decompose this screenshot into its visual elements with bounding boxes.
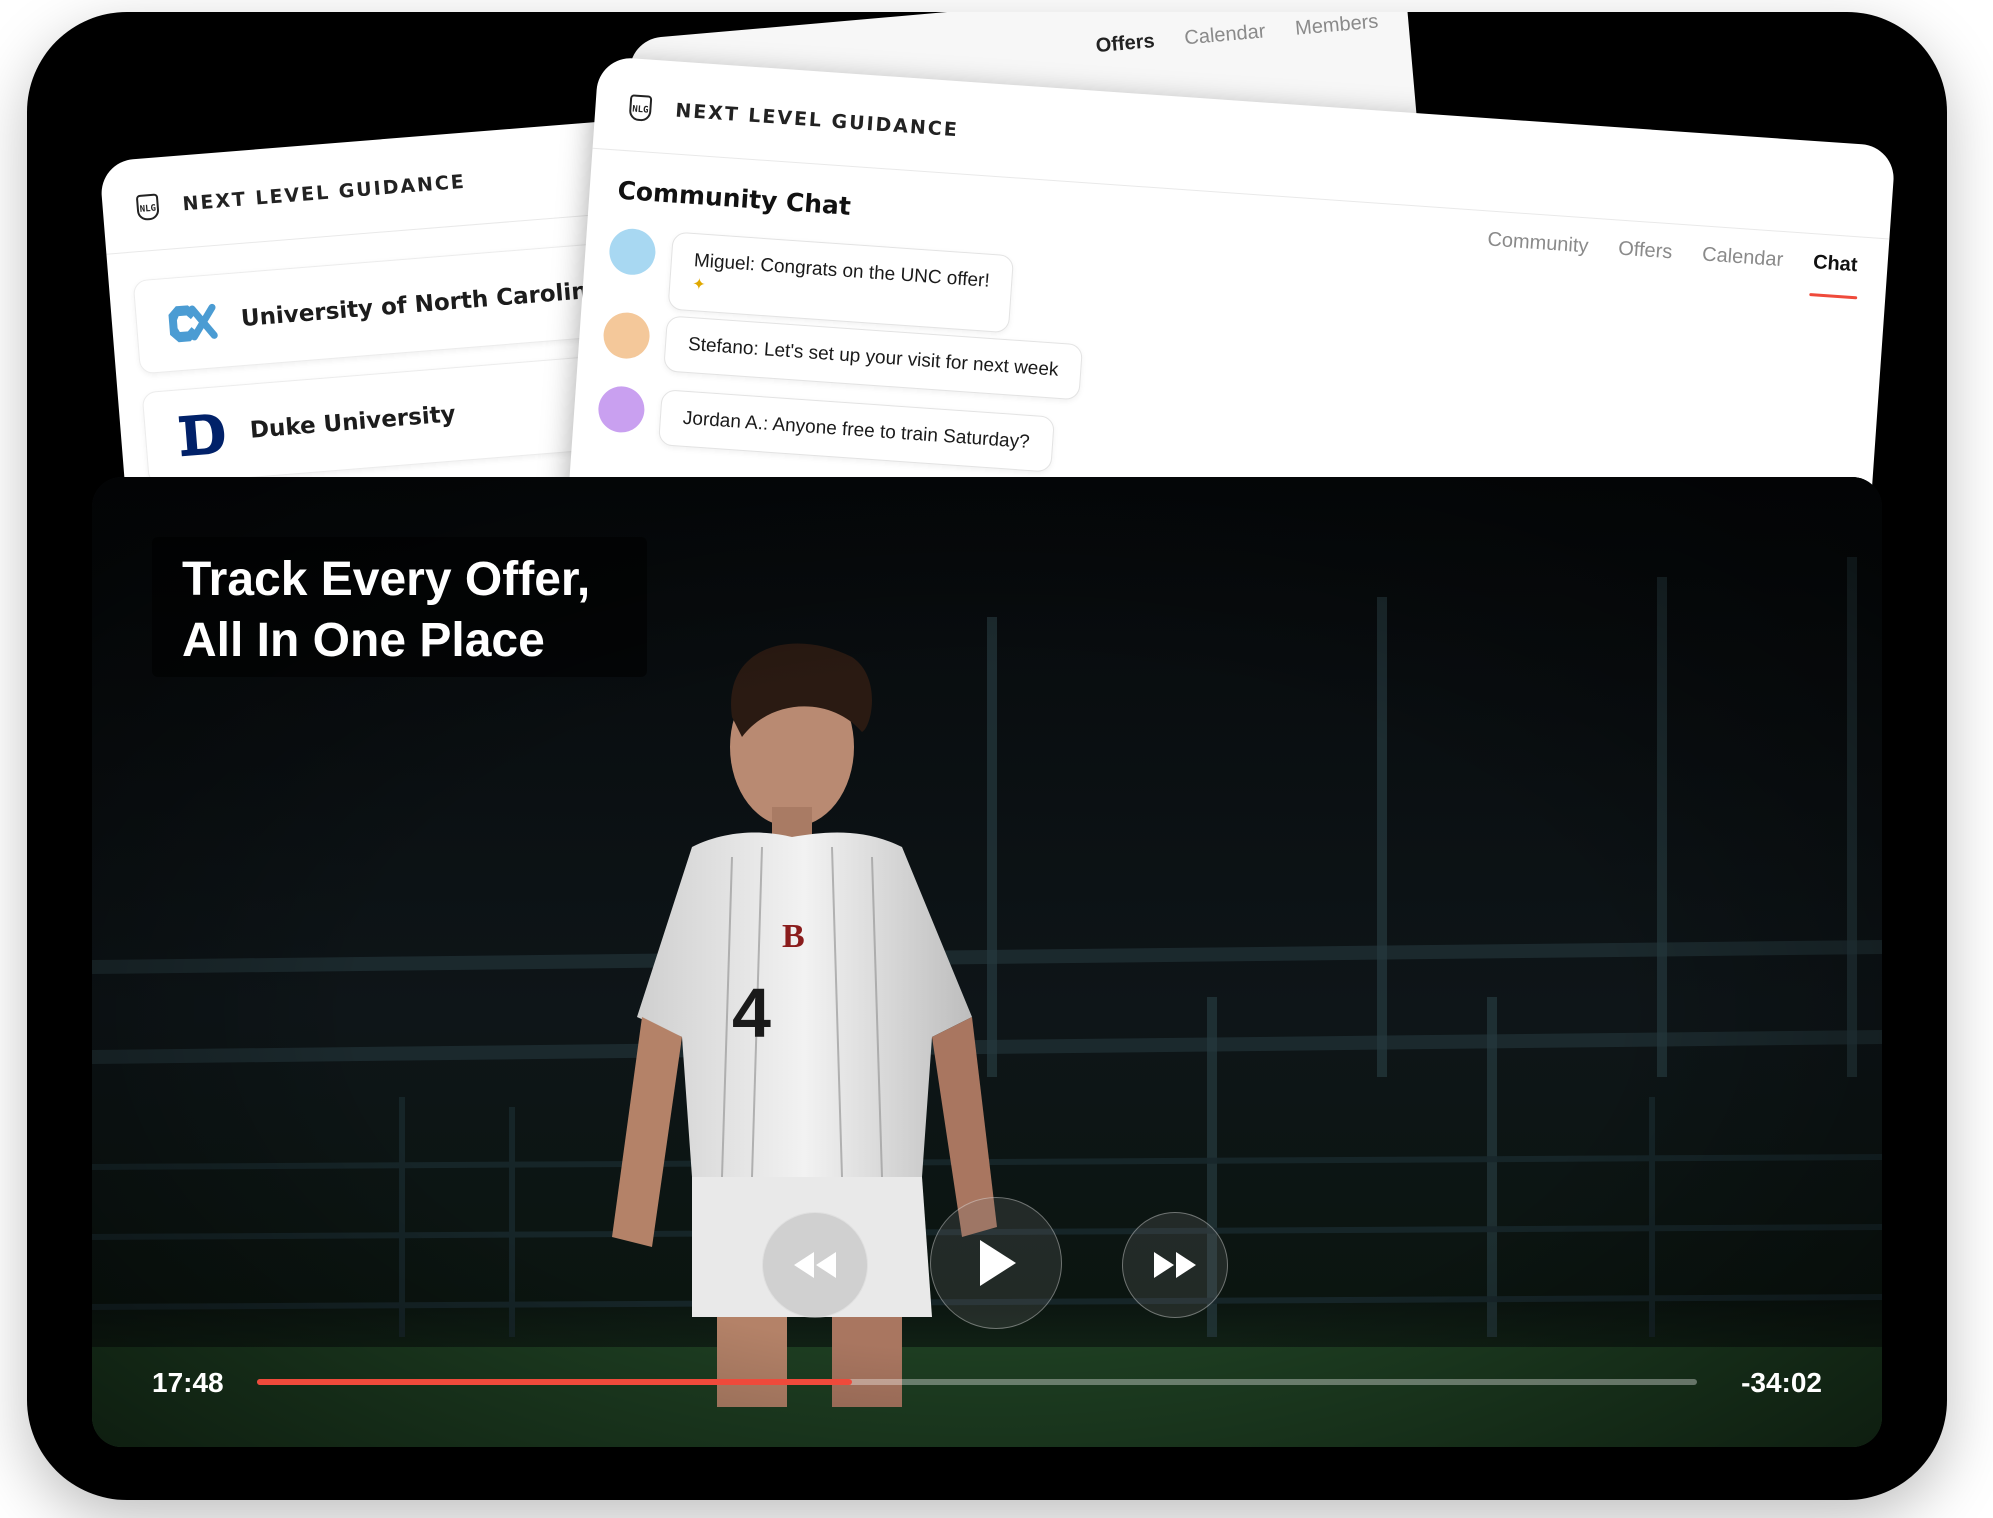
play-icon — [980, 1240, 1016, 1286]
message-text: Stefano: Let's set up your visit for nex… — [687, 333, 1060, 381]
nlg-logo-icon: NLG — [628, 94, 653, 122]
chat-message: Stefano: Let's set up your visit for nex… — [601, 311, 1084, 401]
chat-bubble: Miguel: Congrats on the UNC offer! ✦ — [667, 231, 1015, 334]
chat-card-nav: Community Offers Calendar Chat — [1487, 228, 1858, 277]
university-row-unc[interactable]: University of North Carolina — [132, 239, 651, 375]
fast-forward-icon — [1154, 1252, 1196, 1278]
message-text: Jordan A.: Anyone free to train Saturday… — [682, 407, 1031, 453]
fast-forward-button[interactable] — [1122, 1212, 1228, 1318]
avatar[interactable] — [596, 384, 646, 434]
brand-name: NEXT LEVEL GUIDANCE — [674, 99, 960, 142]
chat-bubble: Stefano: Let's set up your visit for nex… — [663, 315, 1084, 401]
video-player[interactable]: 4 B Track Every Offer, All In One Place — [92, 477, 1882, 1447]
university-name: University of North Carolina — [240, 277, 605, 333]
nav-calendar[interactable]: Calendar — [1701, 243, 1784, 272]
brand-name: NEXT LEVEL GUIDANCE — [181, 170, 467, 216]
rewind-button[interactable] — [762, 1212, 868, 1318]
nav-community[interactable]: Community — [1487, 228, 1589, 258]
nav-chat[interactable]: Chat — [1812, 251, 1858, 277]
avatar[interactable] — [607, 227, 657, 277]
unc-logo-icon — [168, 303, 218, 343]
nav-offers[interactable]: Offers — [1617, 238, 1673, 265]
rewind-icon — [794, 1252, 836, 1278]
elapsed-time: 17:48 — [152, 1367, 224, 1398]
nav-members[interactable]: Members — [1294, 12, 1379, 41]
chat-title: Community Chat — [616, 175, 852, 221]
progress-fill — [257, 1379, 852, 1385]
avatar[interactable] — [602, 311, 652, 361]
nav-offers[interactable]: Offers — [1095, 30, 1156, 58]
play-button[interactable] — [930, 1197, 1062, 1329]
remaining-time: -34:02 — [1741, 1367, 1822, 1398]
chat-bubble: Jordan A.: Anyone free to train Saturday… — [658, 389, 1055, 473]
nlg-logo-icon: NLG — [135, 193, 160, 222]
tablet-frame: Offers Calendar Members NLG NEXT LEVEL G… — [27, 12, 1947, 1500]
progress-bar[interactable] — [257, 1379, 1697, 1385]
nav-calendar[interactable]: Calendar — [1183, 20, 1266, 50]
chat-message: Jordan A.: Anyone free to train Saturday… — [596, 384, 1055, 473]
duke-logo-icon — [178, 414, 225, 457]
headline: Track Every Offer, All In One Place — [182, 553, 591, 667]
university-name: Duke University — [248, 401, 457, 444]
